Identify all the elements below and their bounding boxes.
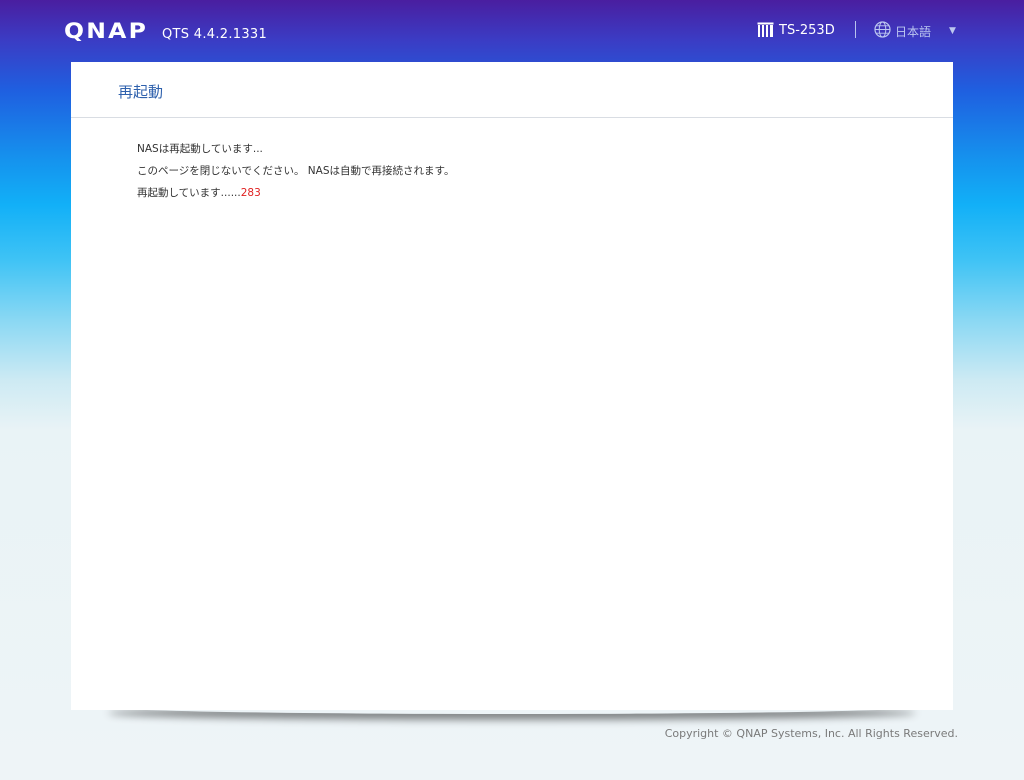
page-title: 再起動 (118, 83, 164, 101)
countdown-value: 283 (240, 187, 261, 199)
qnap-logo: QNAP (64, 19, 149, 43)
status-line-countdown: 再起動しています......283 (137, 182, 454, 204)
model-name: TS-253D (779, 22, 835, 38)
restart-panel: 再起動 NASは再起動しています... このページを閉じないでください。 NAS… (71, 62, 953, 710)
status-line-do-not-close: このページを閉じないでください。 NASは自動で再接続されます。 (137, 165, 455, 177)
language-label: 日本語 (895, 24, 932, 39)
globe-icon (874, 21, 891, 41)
copyright-text: Copyright © QNAP Systems, Inc. All Right… (664, 727, 958, 740)
status-messages: NASは再起動しています... このページを閉じないでください。 NASは自動で… (137, 138, 454, 204)
top-bar: QNAP QTS 4.4.2.1331 TS-253D 日本語 ▼ (0, 0, 1024, 62)
status-line-restarting: NASは再起動しています... (137, 143, 263, 155)
panel-header: 再起動 (71, 62, 953, 118)
caret-down-icon: ▼ (949, 26, 956, 36)
firmware-version: QTS 4.4.2.1331 (162, 27, 268, 42)
header-divider (855, 21, 856, 38)
nas-device-icon (757, 22, 774, 38)
countdown-label: 再起動しています...... (137, 187, 241, 199)
model-info: TS-253D (757, 22, 835, 38)
language-selector[interactable]: 日本語 ▼ (874, 21, 956, 41)
